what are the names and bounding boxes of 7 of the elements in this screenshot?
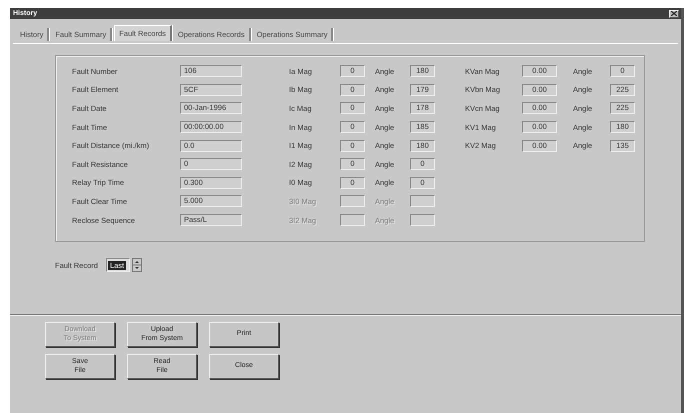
value-field (410, 195, 435, 208)
spin-arrows-icon[interactable] (132, 258, 142, 272)
value-field (340, 214, 365, 226)
close-button[interactable] (669, 10, 679, 18)
value-field (410, 214, 435, 226)
value-field (340, 195, 365, 208)
close-icon (671, 11, 677, 16)
